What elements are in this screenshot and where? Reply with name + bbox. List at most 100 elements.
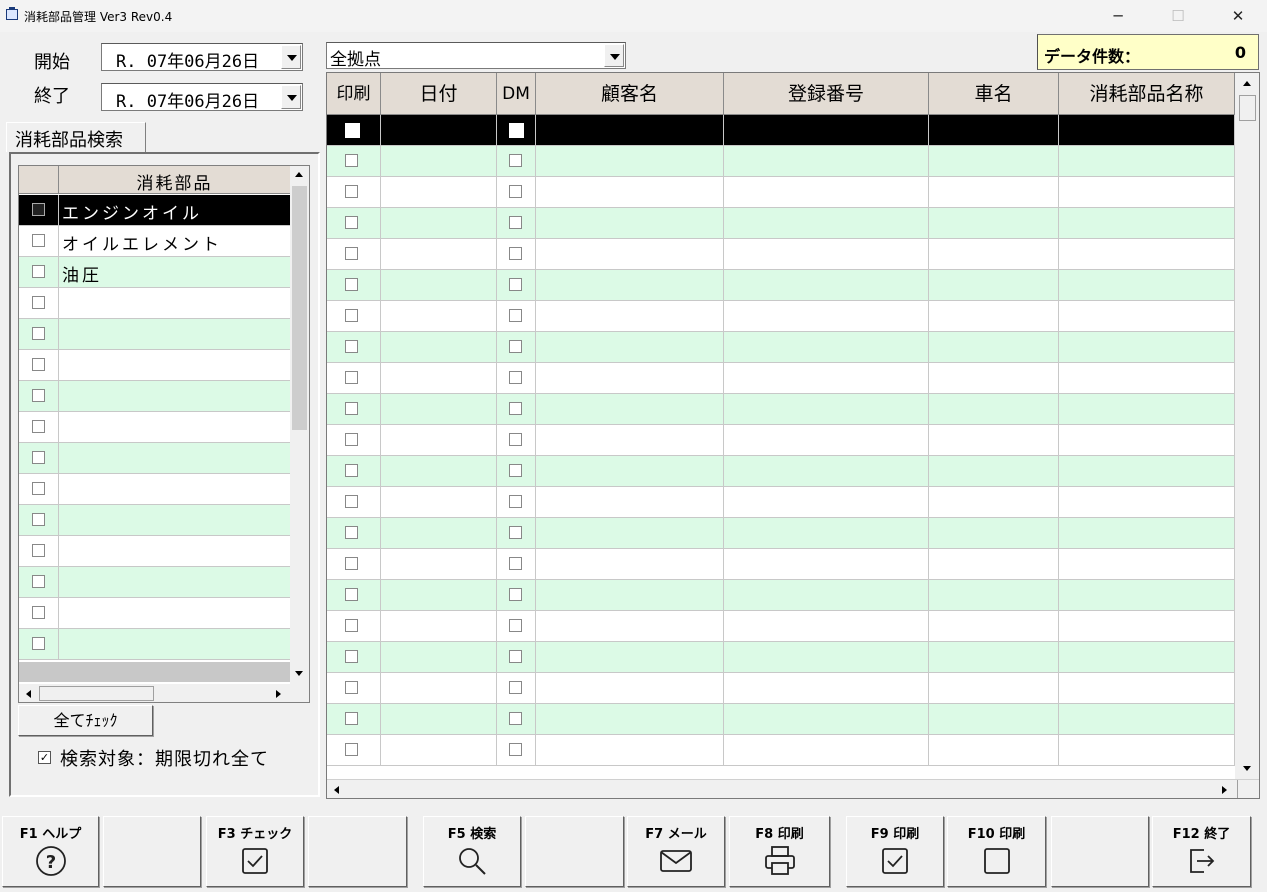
cell-registration-number[interactable] (724, 611, 929, 641)
print-checkbox[interactable] (345, 309, 358, 322)
table-row[interactable] (327, 394, 1235, 425)
parts-checkbox[interactable] (32, 296, 45, 309)
cell-dm[interactable] (497, 580, 536, 610)
scroll-down-arrow-icon[interactable] (290, 664, 308, 682)
parts-checkbox[interactable] (32, 637, 45, 650)
cell-consumable-part-name[interactable] (1059, 208, 1235, 238)
cell-consumable-part-name[interactable] (1059, 642, 1235, 672)
table-row[interactable] (327, 270, 1235, 301)
dm-checkbox[interactable] (509, 309, 522, 322)
cell-registration-number[interactable] (724, 487, 929, 517)
print-checkbox[interactable] (345, 557, 358, 570)
parts-list-vertical-scrollbar[interactable] (290, 166, 309, 684)
function-key-f12-button[interactable]: F12 終了 (1152, 816, 1251, 887)
cell-print[interactable] (327, 394, 381, 424)
parts-checkbox[interactable] (32, 203, 45, 216)
cell-registration-number[interactable] (724, 239, 929, 269)
cell-registration-number[interactable] (724, 518, 929, 548)
dm-checkbox[interactable] (509, 247, 522, 260)
parts-list-check-cell[interactable] (19, 443, 59, 473)
cell-print[interactable] (327, 177, 381, 207)
location-select[interactable]: 全拠点 (326, 42, 626, 70)
print-checkbox[interactable] (345, 340, 358, 353)
cell-consumable-part-name[interactable] (1059, 270, 1235, 300)
cell-registration-number[interactable] (724, 146, 929, 176)
cell-customer-name[interactable] (536, 487, 724, 517)
cell-customer-name[interactable] (536, 549, 724, 579)
search-target-checkbox[interactable]: ✓ (38, 751, 51, 764)
column-header-print[interactable]: 印刷 (327, 73, 381, 115)
cell-date[interactable] (381, 425, 497, 455)
cell-registration-number[interactable] (724, 301, 929, 331)
cell-date[interactable] (381, 394, 497, 424)
dm-checkbox[interactable] (509, 557, 522, 570)
cell-customer-name[interactable] (536, 146, 724, 176)
cell-consumable-part-name[interactable] (1059, 425, 1235, 455)
parts-list-row[interactable] (19, 474, 290, 505)
cell-registration-number[interactable] (724, 673, 929, 703)
cell-car-name[interactable] (929, 580, 1059, 610)
grid-scroll-right-arrow-icon[interactable] (1215, 781, 1233, 798)
print-checkbox[interactable] (345, 464, 358, 477)
cell-customer-name[interactable] (536, 456, 724, 486)
cell-dm[interactable] (497, 425, 536, 455)
cell-consumable-part-name[interactable] (1059, 549, 1235, 579)
scroll-right-arrow-icon[interactable] (269, 685, 287, 702)
parts-checkbox[interactable] (32, 265, 45, 278)
cell-car-name[interactable] (929, 642, 1059, 672)
cell-dm[interactable] (497, 363, 536, 393)
dm-checkbox[interactable] (509, 464, 522, 477)
cell-date[interactable] (381, 704, 497, 734)
cell-date[interactable] (381, 177, 497, 207)
cell-registration-number[interactable] (724, 208, 929, 238)
maximize-button[interactable]: ☐ (1155, 0, 1201, 32)
parts-list-row[interactable] (19, 536, 290, 567)
cell-registration-number[interactable] (724, 549, 929, 579)
cell-print[interactable] (327, 518, 381, 548)
cell-dm[interactable] (497, 487, 536, 517)
parts-list-scroll-thumb[interactable] (292, 186, 307, 430)
cell-print[interactable] (327, 673, 381, 703)
parts-list-check-cell[interactable] (19, 412, 59, 442)
print-checkbox[interactable] (345, 402, 358, 415)
cell-customer-name[interactable] (536, 332, 724, 362)
parts-checkbox[interactable] (32, 327, 45, 340)
cell-print[interactable] (327, 146, 381, 176)
parts-list-row[interactable]: エンジンオイル (19, 195, 290, 226)
cell-registration-number[interactable] (724, 456, 929, 486)
cell-customer-name[interactable] (536, 425, 724, 455)
grid-scroll-left-arrow-icon[interactable] (328, 781, 346, 798)
parts-checkbox[interactable] (32, 575, 45, 588)
cell-dm[interactable] (497, 146, 536, 176)
cell-car-name[interactable] (929, 177, 1059, 207)
cell-print[interactable] (327, 487, 381, 517)
cell-registration-number[interactable] (724, 270, 929, 300)
print-checkbox[interactable] (345, 278, 358, 291)
dm-checkbox[interactable] (509, 278, 522, 291)
table-row[interactable] (327, 704, 1235, 735)
cell-registration-number[interactable] (724, 177, 929, 207)
check-all-button[interactable]: 全てﾁｪｯｸ (18, 705, 153, 736)
parts-list-row[interactable] (19, 443, 290, 474)
table-row[interactable] (327, 549, 1235, 580)
table-row[interactable] (327, 487, 1235, 518)
start-date-dropdown-button[interactable] (281, 45, 301, 69)
cell-consumable-part-name[interactable] (1059, 363, 1235, 393)
table-row[interactable] (327, 332, 1235, 363)
cell-date[interactable] (381, 239, 497, 269)
parts-list-check-cell[interactable] (19, 381, 59, 411)
dm-checkbox[interactable] (509, 371, 522, 384)
cell-consumable-part-name[interactable] (1059, 487, 1235, 517)
cell-dm[interactable] (497, 735, 536, 765)
dm-checkbox[interactable] (509, 650, 522, 663)
cell-print[interactable] (327, 642, 381, 672)
column-header-consumable-part-name[interactable]: 消耗部品名称 (1059, 73, 1235, 115)
dm-checkbox[interactable] (509, 495, 522, 508)
function-key-f3-button[interactable]: F3 チェック (206, 816, 304, 887)
column-header-date[interactable]: 日付 (381, 73, 497, 115)
cell-dm[interactable] (497, 208, 536, 238)
cell-consumable-part-name[interactable] (1059, 394, 1235, 424)
dm-checkbox[interactable] (509, 712, 522, 725)
cell-dm[interactable] (497, 642, 536, 672)
cell-consumable-part-name[interactable] (1059, 146, 1235, 176)
